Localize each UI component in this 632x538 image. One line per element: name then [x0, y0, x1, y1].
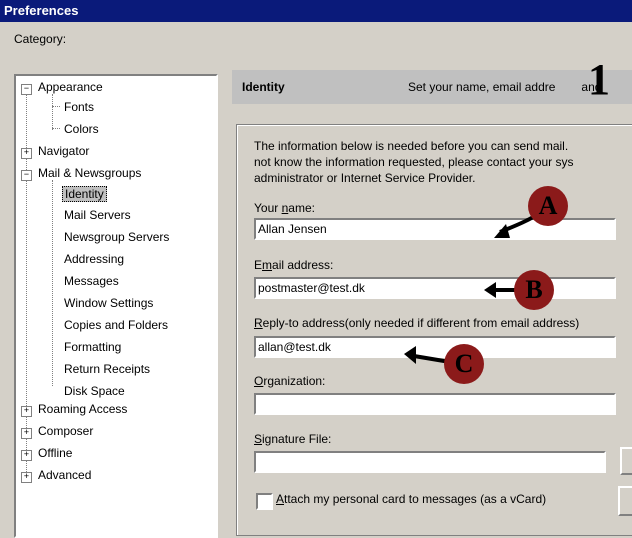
callout-1-icon: 1 — [588, 55, 610, 104]
callout-a-icon: A — [528, 186, 568, 226]
callout-arrows — [404, 208, 547, 364]
callout-c-icon: C — [444, 344, 484, 384]
callout-b-icon: B — [514, 270, 554, 310]
